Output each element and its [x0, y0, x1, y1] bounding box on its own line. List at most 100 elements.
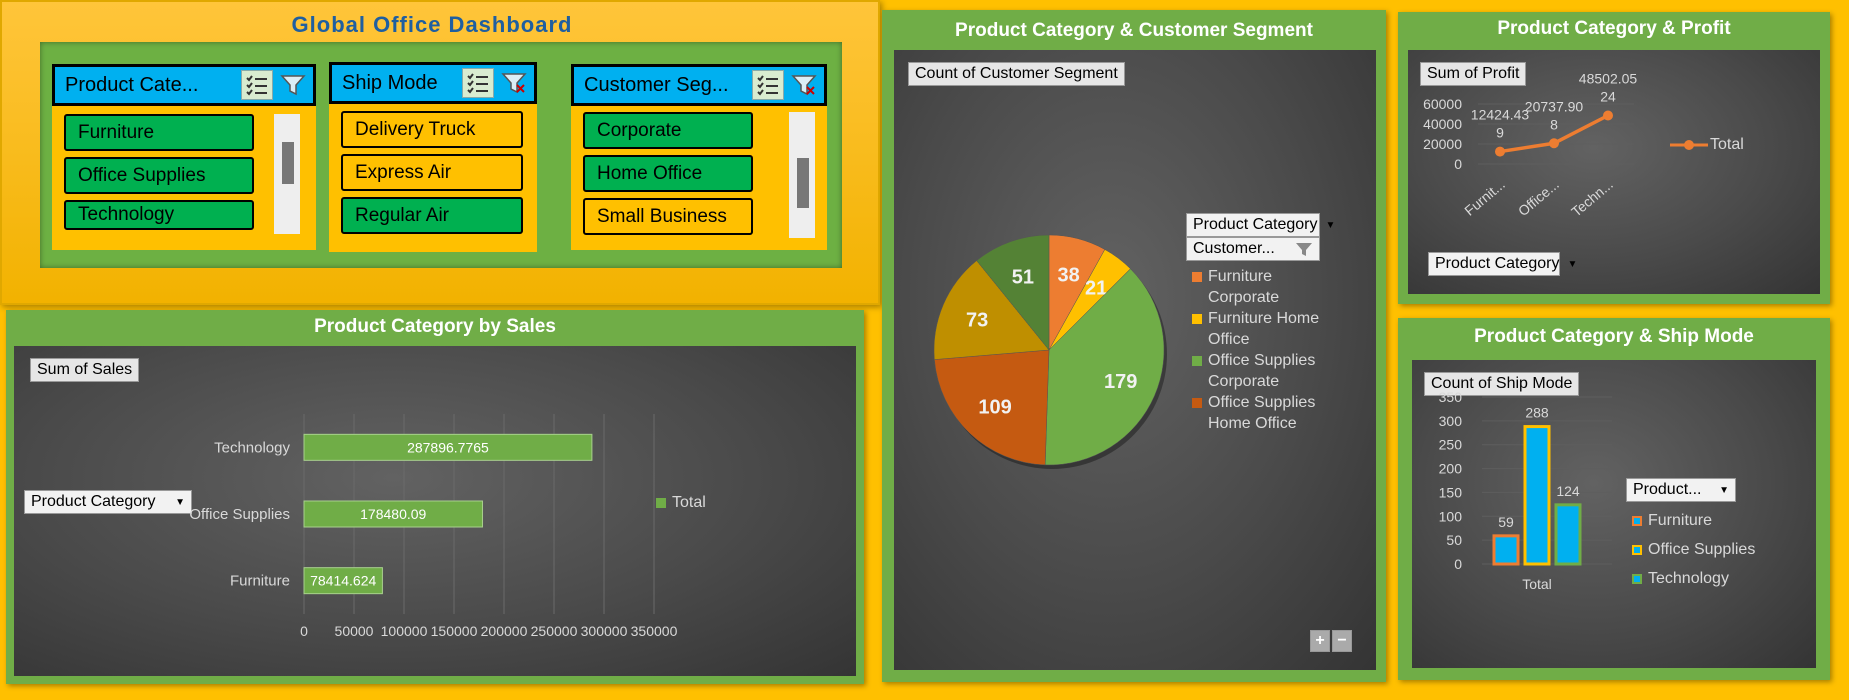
x-category-label: Techn... — [1568, 176, 1616, 220]
clear-filter-icon[interactable] — [498, 68, 530, 98]
x-tick-label: 100000 — [381, 623, 428, 639]
multi-select-icon[interactable] — [241, 70, 273, 100]
slicer-header-label: Ship Mode — [342, 71, 438, 94]
data-point — [1495, 146, 1505, 157]
bar — [303, 567, 383, 595]
bar-data-label: 288 — [1525, 405, 1549, 421]
clear-filter-icon[interactable] — [788, 70, 820, 100]
y-category-label: Office Supplies — [189, 506, 290, 523]
bar — [1492, 534, 1520, 566]
multi-select-icon[interactable] — [462, 68, 494, 98]
axis-button-label: Product Category — [1435, 255, 1560, 272]
slicer-item-technology[interactable]: Technology — [64, 200, 254, 230]
legend-item: Furniture Home Office — [1192, 308, 1332, 350]
y-tick-label: 40000 — [1423, 116, 1462, 132]
y-tick-label: 200 — [1439, 461, 1463, 477]
slicer-item-regular-air[interactable]: Regular Air — [341, 197, 523, 234]
legend-item: Furniture Corporate — [1192, 266, 1332, 308]
slicer-header-label: Product Cate... — [65, 73, 199, 96]
slicer-item-corporate[interactable]: Corporate — [583, 112, 753, 149]
pie-data-label: 21 — [1085, 278, 1107, 300]
zoom-in-button[interactable]: + — [1310, 630, 1330, 652]
slicer-item-home-office[interactable]: Home Office — [583, 155, 753, 192]
legend-item: Office Supplies — [1632, 535, 1755, 564]
slicer-header-label: Customer Seg... — [584, 73, 729, 96]
slicer-item-furniture[interactable]: Furniture — [64, 114, 254, 151]
scrollbar-thumb[interactable] — [797, 158, 809, 208]
slicer-customer-segment-header: Customer Seg... — [571, 64, 827, 106]
product-category-filter-button[interactable]: Product Category ▼ — [1186, 213, 1335, 237]
x-tick-label: 0 — [300, 623, 308, 639]
pie-slice — [976, 234, 1050, 351]
profit-legend: Total — [1670, 134, 1744, 155]
y-tick-label: 60000 — [1423, 96, 1462, 112]
slicer-item-office-supplies[interactable]: Office Supplies — [64, 157, 254, 194]
sum-of-profit-button[interactable]: Sum of Profit — [1420, 62, 1527, 86]
count-ship-mode-button[interactable]: Count of Ship Mode — [1424, 372, 1580, 396]
y-tick-label: 150 — [1439, 484, 1463, 500]
slicer-scrollbar[interactable] — [274, 114, 300, 234]
legend-label: Furniture Home Office — [1208, 310, 1320, 348]
legend-swatch — [1192, 271, 1202, 282]
legend-label: Office Supplies Home Office — [1208, 394, 1316, 432]
y-tick-label: 250 — [1439, 437, 1463, 453]
pie-slice — [1048, 249, 1131, 351]
data-point — [1603, 110, 1613, 121]
pie-data-label: 109 — [978, 397, 1011, 419]
slicer-customer-segment: Customer Seg... Corporate Home Office Sm… — [571, 64, 827, 250]
scrollbar-thumb[interactable] — [282, 142, 294, 184]
legend-item: Furniture — [1632, 506, 1755, 535]
legend-swatch — [656, 497, 666, 508]
dropdown-arrow-icon: ▼ — [1325, 219, 1336, 231]
pie-slice — [933, 260, 1050, 360]
profit-chart-title: Product Category & Profit — [1497, 18, 1731, 39]
shipmode-plot-area: Count of Ship Mode 0 50 100 150 200 250 300 350… — [1412, 360, 1816, 668]
sales-plot-area: Sum of Sales Product Category ▼ 0 50000 100… — [14, 346, 856, 676]
profit-legend-label: Total — [1710, 136, 1744, 153]
profit-chart-panel: Product Category & Profit Sum of Profit … — [1398, 12, 1830, 304]
pie-data-label: 73 — [966, 309, 988, 331]
multi-select-icon[interactable] — [752, 70, 784, 100]
legend-item: Office Supplies Corporate — [1192, 350, 1332, 392]
legend-label: Technology — [1648, 570, 1729, 587]
bar — [1523, 425, 1551, 566]
x-tick-label: 300000 — [581, 623, 628, 639]
product-category-axis-button[interactable]: Product Category ▼ — [1428, 252, 1577, 276]
customer-filter-button[interactable]: Customer... — [1186, 237, 1320, 261]
legend-label: Office Supplies — [1648, 541, 1756, 558]
legend-label: Furniture Corporate — [1208, 268, 1280, 306]
y-tick-label: 0 — [1454, 156, 1462, 172]
product-category-axis-button[interactable]: Product Category ▼ — [24, 490, 192, 514]
x-category-label: Furnit... — [1461, 176, 1508, 219]
y-category-label: Furniture — [230, 573, 290, 590]
slicer-area: Global Office Dashboard Product Cate... … — [0, 0, 880, 305]
clear-filter-icon[interactable] — [277, 70, 309, 100]
count-customer-segment-button[interactable]: Count of Customer Segment — [908, 62, 1125, 86]
slicer-item-express-air[interactable]: Express Air — [341, 154, 523, 191]
x-tick-label: 350000 — [631, 623, 678, 639]
legend-swatch — [1192, 313, 1202, 324]
bar-data-label: 178480.09 — [360, 506, 426, 522]
bar — [1554, 503, 1582, 566]
filter-icon — [1296, 243, 1312, 256]
filter-label: Product... — [1633, 481, 1702, 498]
bar-data-label: 78414.624 — [310, 573, 376, 589]
legend-item: Technology — [1632, 564, 1755, 593]
profit-plot-area: Sum of Profit 0 20000 40000 60000 12424.43 9 F… — [1408, 50, 1820, 294]
y-tick-label: 300 — [1439, 413, 1463, 429]
product-filter-button[interactable]: Product... ▼ — [1626, 478, 1736, 502]
slicer-ship-mode-header: Ship Mode — [329, 62, 537, 104]
bar-data-label: 59 — [1498, 514, 1514, 530]
slicer-scrollbar[interactable] — [789, 112, 815, 238]
shipmode-chart-title: Product Category & Ship Mode — [1474, 326, 1754, 347]
pie-shadow — [937, 239, 1167, 469]
data-label: 12424.43 9 — [1471, 107, 1530, 141]
slicer-product-category-header: Product Cate... — [52, 64, 316, 106]
slicer-item-delivery-truck[interactable]: Delivery Truck — [341, 111, 523, 148]
legend-swatch — [1632, 515, 1642, 526]
slicer-item-small-business[interactable]: Small Business — [583, 198, 753, 235]
sum-of-sales-button[interactable]: Sum of Sales — [30, 358, 140, 382]
axis-button-label: Product Category — [31, 493, 156, 510]
zoom-out-button[interactable]: − — [1332, 630, 1352, 652]
dashboard-title: Global Office Dashboard — [291, 12, 573, 37]
